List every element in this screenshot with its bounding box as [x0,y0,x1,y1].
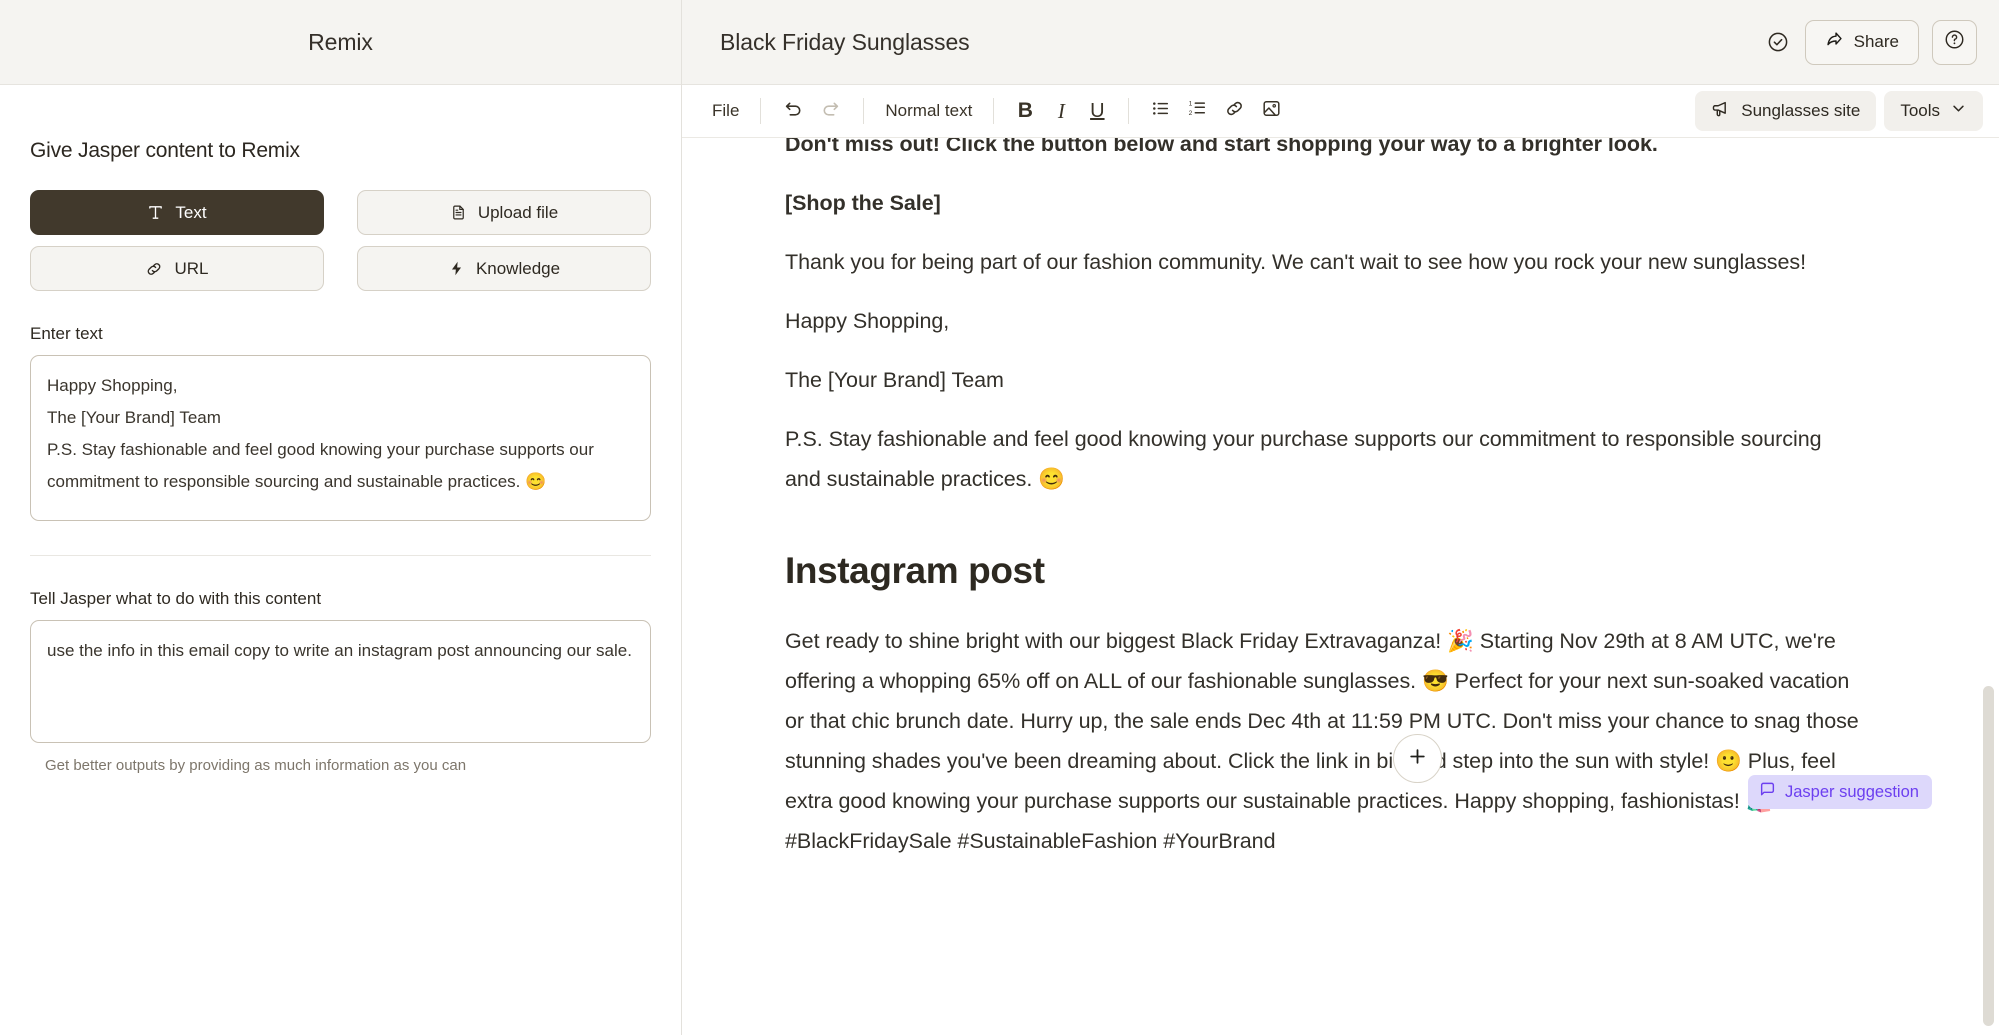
source-button-url-label: URL [174,258,209,278]
undo-icon [782,98,804,125]
panel-divider [30,555,651,556]
source-button-text[interactable]: Text [30,190,324,235]
document-paragraph-clipped[interactable]: Don't miss out! Click the button below a… [785,138,1862,164]
document-paragraph[interactable]: Thank you for being part of our fashion … [785,242,1862,282]
link-icon [145,260,163,278]
megaphone-icon [1711,99,1731,124]
check-circle-icon[interactable] [1764,28,1792,56]
instruction-input[interactable]: use the info in this email copy to write… [30,620,651,743]
enter-text-label: Enter text [30,324,103,343]
document-editor: Black Friday Sunglasses Share File Norma… [682,0,1999,1035]
content-source-buttons: Text Upload file URL Knowledge [30,190,651,291]
campaign-chip-button[interactable]: Sunglasses site [1695,91,1877,131]
enter-text-input[interactable]: Happy Shopping, The [Your Brand] Team P.… [30,355,651,521]
undo-button[interactable] [774,93,812,129]
insert-link-button[interactable] [1216,93,1253,129]
source-button-knowledge-label: Knowledge [475,258,561,278]
document-content: Don't miss out! Click the button below a… [682,138,1932,861]
toolbar-separator [760,98,762,124]
toolbar-right-group: Sunglasses site Tools [1695,91,1983,131]
comment-icon [1759,781,1776,803]
numbered-list-button[interactable]: 1 2 [1179,93,1216,129]
editor-toolbar: File Normal text B I U 1 2 Sunglasses si… [682,85,1999,138]
text-icon [147,204,164,221]
remix-panel-header: Remix [0,0,681,85]
bold-button[interactable]: B [1007,93,1043,129]
source-button-upload-file[interactable]: Upload file [357,190,651,235]
helper-text: Get better outputs by providing as much … [45,757,467,774]
remix-section-heading: Give Jasper content to Remix [30,139,300,162]
tools-dropdown-label: Tools [1900,101,1940,120]
document-paragraph[interactable]: The [Your Brand] Team [785,360,1862,400]
jasper-suggestion-badge[interactable]: Jasper suggestion [1748,775,1932,809]
italic-button[interactable]: I [1043,93,1079,129]
document-canvas[interactable]: Don't miss out! Click the button below a… [682,138,1999,1035]
source-button-url[interactable]: URL [30,246,324,291]
help-button[interactable] [1932,19,1977,65]
app-root: Remix Give Jasper content to Remix Text [0,0,1999,1035]
lightning-icon [448,260,465,277]
campaign-chip-label: Sunglasses site [1741,101,1861,120]
numbered-list-icon: 1 2 [1187,98,1208,124]
document-paragraph-instagram-body[interactable]: Get ready to shine bright with our bigge… [785,621,1862,861]
insert-image-button[interactable] [1253,93,1290,129]
source-button-text-label: Text [175,202,207,222]
svg-text:1: 1 [1189,101,1193,108]
instruction-label: Tell Jasper what to do with this content [30,589,322,608]
document-heading-instagram-post[interactable]: Instagram post [785,547,1862,595]
source-button-upload-file-label: Upload file [477,202,559,222]
document-paragraph[interactable]: [Shop the Sale] [785,183,1862,223]
remix-panel-body: Give Jasper content to Remix Text Upload… [0,85,681,1035]
share-arrow-icon [1825,30,1844,54]
tools-dropdown-button[interactable]: Tools [1884,91,1983,131]
svg-text:2: 2 [1189,110,1193,117]
add-block-button[interactable] [1393,734,1442,783]
toolbar-separator [863,98,865,124]
bullet-list-button[interactable] [1142,93,1179,129]
document-header: Black Friday Sunglasses Share [682,0,1999,85]
toolbar-separator [1128,98,1130,124]
vertical-scrollbar-thumb[interactable] [1983,686,1994,1026]
share-button-label: Share [1853,32,1899,51]
share-button[interactable]: Share [1804,19,1919,65]
plus-icon [1407,746,1428,772]
remix-panel: Remix Give Jasper content to Remix Text [0,0,682,1035]
underline-button[interactable]: U [1079,93,1115,129]
file-menu-button[interactable]: File [704,93,747,129]
text-style-dropdown[interactable]: Normal text [877,93,980,129]
redo-button[interactable] [812,93,850,129]
bullet-list-icon [1150,98,1171,124]
document-header-actions: Share [1764,19,1977,65]
image-icon [1261,98,1282,124]
redo-icon [820,98,842,125]
link-icon [1224,98,1245,124]
toolbar-separator [993,98,995,124]
chevron-down-icon [1950,100,1967,122]
jasper-suggestion-label: Jasper suggestion [1785,782,1919,801]
document-title: Black Friday Sunglasses [720,28,970,55]
source-button-knowledge[interactable]: Knowledge [357,246,651,291]
remix-panel-title: Remix [308,28,373,55]
document-paragraph[interactable]: Happy Shopping, [785,301,1862,341]
question-circle-icon [1943,28,1966,56]
file-icon [450,204,467,221]
document-paragraph[interactable]: P.S. Stay fashionable and feel good know… [785,419,1862,499]
